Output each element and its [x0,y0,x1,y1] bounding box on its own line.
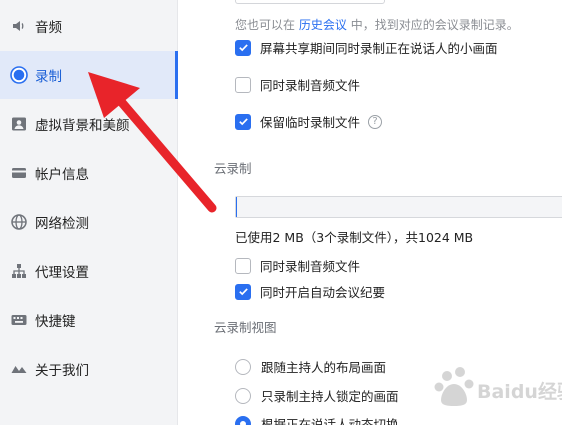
sidebar-item-label: 网络检测 [35,216,89,232]
cloud-storage-progress [235,196,562,218]
checkbox-checked[interactable] [235,39,251,56]
option-record-speaker-during-share[interactable]: 屏幕共享期间同时录制正在说话人的小画面 [235,38,498,57]
sidebar-item-shortcuts[interactable]: 快捷键 [0,296,178,344]
sidebar-item-label: 音频 [35,20,62,36]
sidebar-item-label: 关于我们 [35,363,89,379]
settings-window: 音频 录制 虚拟背景和美颜 帐户信息 网络检测 代理设置 快捷键 关于我们 您也… [0,0,562,425]
option-follow-host-layout[interactable]: 跟随主持人的布局画面 [235,357,386,376]
settings-sidebar: 音频 录制 虚拟背景和美颜 帐户信息 网络检测 代理设置 快捷键 关于我们 [0,0,178,425]
option-cloud-record-audio-file[interactable]: 同时录制音频文件 [235,256,360,275]
speaker-icon [10,17,28,35]
baidu-watermark: Baidu经验 [427,362,562,420]
radio-unchecked[interactable] [235,358,251,375]
cloud-recording-title: 云录制 [214,161,252,176]
sidebar-item-virtual-background[interactable]: 虚拟背景和美颜 [0,100,178,148]
sidebar-item-network-test[interactable]: 网络检测 [0,198,178,246]
cloud-storage-usage: 已使用2 MB（3个录制文件），共1024 MB [235,230,474,245]
history-meetings-link[interactable]: 历史会议 [299,18,347,32]
option-switch-by-active-speaker[interactable]: 根据正在说话人动态切换 [235,414,399,425]
card-icon [10,164,28,182]
checkbox-unchecked[interactable] [235,76,251,93]
globe-icon [10,213,28,231]
option-auto-meeting-minutes[interactable]: 同时开启自动会议纪要 [235,282,385,301]
radio-unchecked[interactable] [235,387,251,404]
sidebar-item-label: 代理设置 [35,265,89,281]
help-icon[interactable]: ? [368,114,383,129]
checkbox-unchecked[interactable] [235,257,251,274]
sidebar-item-label: 录制 [35,69,62,85]
sidebar-item-label: 帐户信息 [35,167,89,183]
sidebar-item-label: 虚拟背景和美颜 [35,118,130,134]
record-icon [10,66,28,84]
sidebar-item-proxy[interactable]: 代理设置 [0,247,178,295]
radio-checked[interactable] [235,415,251,425]
sidebar-item-label: 快捷键 [35,314,76,330]
local-recording-hint: 您也可以在 历史会议 中，找到对应的会议录制记录。 [235,18,519,32]
network-icon [10,262,28,280]
sidebar-item-recording[interactable]: 录制 [0,51,178,99]
checkbox-checked[interactable] [235,113,251,130]
watermark-text: Baidu经验 [477,380,562,403]
portrait-icon [10,115,28,133]
cloud-storage-progress-fill [236,197,237,217]
sidebar-item-about[interactable]: 关于我们 [0,345,178,393]
sidebar-item-account[interactable]: 帐户信息 [0,149,178,197]
logo-icon [10,360,28,378]
option-local-record-audio-file[interactable]: 同时录制音频文件 [235,75,360,94]
save-path-input[interactable] [235,0,385,4]
option-keep-temp-files[interactable]: 保留临时录制文件 ? [235,112,383,131]
option-record-host-locked[interactable]: 只录制主持人锁定的画面 [235,386,399,405]
sidebar-item-audio[interactable]: 音频 [0,2,178,50]
cloud-recording-view-title: 云录制视图 [214,320,277,335]
checkbox-checked[interactable] [235,283,251,300]
keyboard-icon [10,311,28,329]
